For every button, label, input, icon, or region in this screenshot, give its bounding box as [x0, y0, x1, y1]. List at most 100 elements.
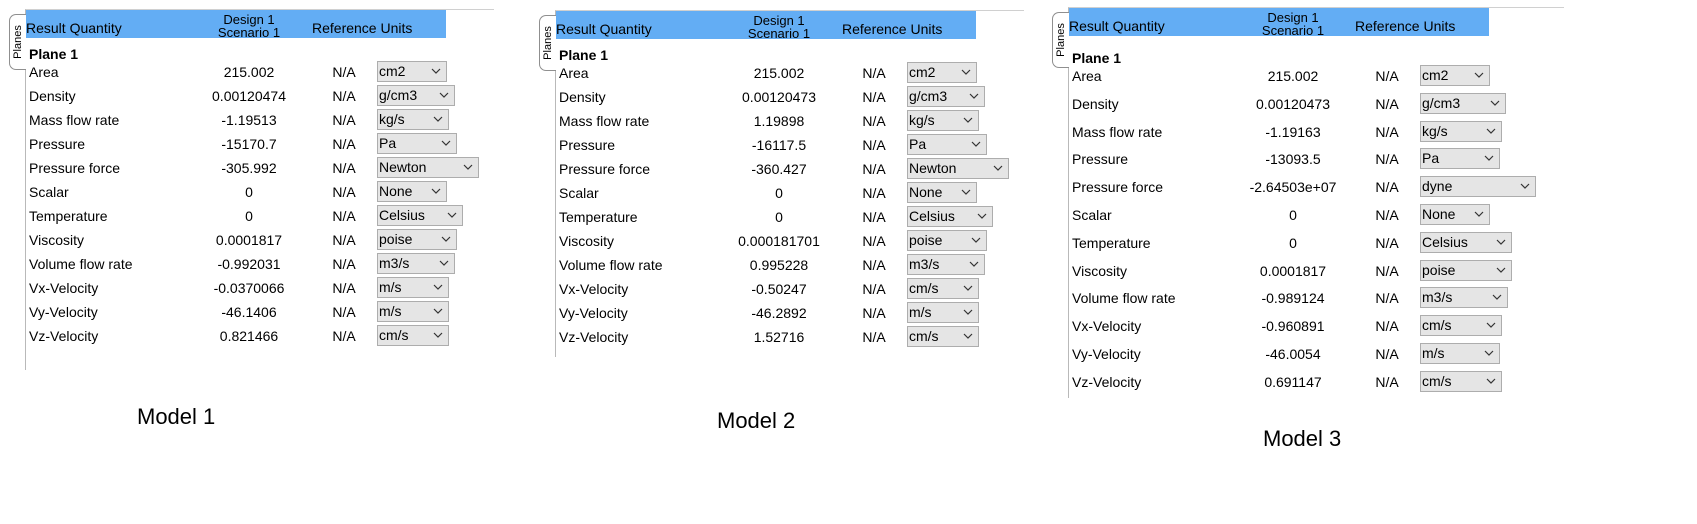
reference-value: N/A [1375, 373, 1399, 390]
chevron-down-icon [976, 208, 988, 224]
unit-dropdown-value: kg/s [1422, 122, 1448, 139]
unit-dropdown[interactable]: Celsius [1420, 231, 1512, 253]
table-row: Volume flow rate -0.992031 N/A m3/s [26, 252, 494, 276]
quantity-value: -46.1406 [221, 304, 277, 320]
column-header-result-quantity[interactable]: Result Quantity [26, 20, 122, 36]
chevron-down-icon [1495, 234, 1507, 250]
unit-dropdown[interactable]: g/cm3 [377, 85, 455, 106]
planes-tab[interactable]: Planes [9, 14, 26, 70]
unit-dropdown[interactable]: kg/s [1420, 120, 1502, 142]
unit-dropdown[interactable]: g/cm3 [1420, 92, 1506, 114]
quantity-value: -46.0054 [1265, 346, 1321, 362]
quantity-value: -305.992 [221, 160, 277, 176]
unit-dropdown[interactable]: m/s [907, 302, 979, 323]
unit-dropdown-value: m3/s [909, 256, 940, 272]
unit-dropdown-value: g/cm3 [909, 88, 948, 104]
reference-value: N/A [332, 112, 356, 128]
table-row: Vz-Velocity 0.821466 N/A cm/s [26, 324, 494, 348]
unit-dropdown[interactable]: cm/s [907, 326, 979, 347]
unit-dropdown-value: poise [909, 232, 943, 248]
column-header-design-scenario[interactable]: Design 1 Scenario 1 [204, 13, 294, 39]
chevron-down-icon [1473, 67, 1485, 83]
quantity-label: Pressure force [1072, 179, 1164, 196]
unit-dropdown[interactable]: Celsius [907, 206, 993, 227]
unit-dropdown[interactable]: dyne [1420, 176, 1536, 198]
unit-dropdown[interactable]: Newton [907, 158, 1009, 179]
unit-dropdown[interactable]: cm/s [377, 325, 449, 346]
quantity-label: Scalar [559, 185, 599, 201]
quantity-value: -2.64503e+07 [1249, 179, 1337, 196]
chevron-down-icon [960, 184, 972, 200]
column-header-design-scenario[interactable]: Design 1 Scenario 1 [1248, 11, 1338, 37]
unit-dropdown[interactable]: m/s [377, 301, 449, 322]
reference-value: N/A [1375, 290, 1399, 307]
column-header-reference-units[interactable]: Reference Units [1355, 18, 1455, 34]
chevron-down-icon [438, 255, 450, 271]
column-header-result-quantity[interactable]: Result Quantity [556, 21, 652, 37]
quantity-label: Vy-Velocity [559, 305, 628, 321]
unit-dropdown[interactable]: kg/s [377, 109, 449, 130]
unit-dropdown[interactable]: cm/s [907, 278, 979, 299]
column-header-design-scenario[interactable]: Design 1 Scenario 1 [734, 14, 824, 40]
quantity-label: Volume flow rate [1072, 290, 1176, 307]
reference-value: N/A [332, 208, 356, 224]
unit-dropdown[interactable]: cm2 [1420, 65, 1490, 86]
reference-value: N/A [1375, 318, 1399, 335]
chevron-down-icon [1495, 262, 1507, 278]
unit-dropdown[interactable]: kg/s [907, 110, 979, 131]
quantity-value: -46.2892 [751, 305, 807, 321]
quantity-label: Vz-Velocity [29, 328, 99, 344]
chevron-down-icon [962, 280, 974, 296]
chevron-down-icon [430, 63, 442, 79]
quantity-value: 0.00120473 [1256, 95, 1330, 112]
unit-dropdown[interactable]: None [1420, 204, 1490, 225]
unit-dropdown[interactable]: cm2 [377, 61, 447, 82]
reference-value: N/A [332, 304, 356, 320]
unit-dropdown[interactable]: m/s [1420, 343, 1500, 364]
unit-dropdown-value: cm/s [909, 328, 939, 344]
quantity-value: -0.989124 [1261, 290, 1325, 307]
unit-dropdown[interactable]: Pa [907, 134, 987, 155]
unit-dropdown[interactable]: cm/s [1420, 315, 1502, 337]
quantity-value: 0.995228 [749, 257, 809, 273]
unit-dropdown[interactable]: m3/s [377, 253, 455, 274]
unit-dropdown[interactable]: Pa [377, 133, 457, 154]
planes-tab[interactable]: Planes [539, 15, 556, 71]
chevron-down-icon [1483, 150, 1495, 166]
unit-dropdown[interactable]: m3/s [907, 254, 985, 275]
chevron-down-icon [1485, 123, 1497, 139]
chevron-down-icon [430, 183, 442, 199]
unit-dropdown[interactable]: m3/s [1420, 287, 1508, 309]
unit-dropdown[interactable]: m/s [377, 277, 449, 298]
table-row: Vx-Velocity -0.50247 N/A cm/s [556, 277, 1024, 301]
table-row: Density 0.00120474 N/A g/cm3 [26, 84, 494, 108]
unit-dropdown[interactable]: g/cm3 [907, 86, 985, 107]
unit-dropdown[interactable]: Newton [377, 157, 479, 178]
column-header-reference-units[interactable]: Reference Units [842, 21, 942, 37]
reference-value: N/A [1375, 179, 1399, 196]
unit-dropdown[interactable]: None [907, 182, 977, 203]
unit-dropdown[interactable]: None [377, 181, 447, 202]
unit-dropdown[interactable]: Pa [1420, 148, 1500, 170]
unit-dropdown-value: cm2 [379, 63, 406, 79]
quantity-label: Vx-Velocity [559, 281, 629, 297]
unit-dropdown[interactable]: poise [377, 229, 457, 250]
quantity-label: Vz-Velocity [1072, 373, 1142, 390]
chevron-down-icon [962, 304, 974, 320]
planes-tab[interactable]: Planes [1052, 12, 1069, 68]
quantity-value: 0 [775, 185, 783, 201]
quantity-value: -0.992031 [217, 256, 281, 272]
unit-dropdown[interactable]: Celsius [377, 205, 463, 226]
unit-dropdown[interactable]: cm/s [1420, 370, 1502, 392]
unit-dropdown[interactable]: poise [907, 230, 987, 251]
unit-dropdown[interactable]: poise [1420, 259, 1512, 281]
unit-dropdown[interactable]: cm2 [907, 62, 977, 83]
table-row: Volume flow rate 0.995228 N/A m3/s [556, 253, 1024, 277]
column-header-reference-units[interactable]: Reference Units [312, 20, 412, 36]
chevron-down-icon [1473, 206, 1485, 222]
unit-dropdown-value: m/s [909, 304, 932, 320]
column-header-result-quantity[interactable]: Result Quantity [1069, 18, 1165, 34]
quantity-value: 0.691147 [1264, 373, 1322, 390]
chevron-down-icon [960, 64, 972, 80]
reference-value: N/A [1375, 95, 1399, 112]
